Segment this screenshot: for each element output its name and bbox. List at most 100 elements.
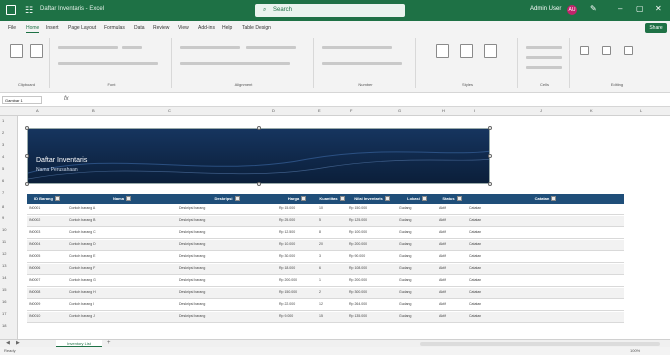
zoom-level[interactable]: 100% — [630, 348, 640, 353]
cell-notes[interactable]: Catatan — [469, 266, 622, 270]
resize-handle[interactable] — [25, 126, 29, 130]
tab-add-ins[interactable]: Add-ins — [198, 25, 215, 31]
resize-handle[interactable] — [488, 126, 492, 130]
column-header[interactable]: I — [474, 108, 475, 113]
cell-value[interactable]: Rp 150.000 — [349, 206, 395, 210]
next-sheet-icon[interactable]: ▶ — [16, 340, 20, 346]
cell-quantity[interactable]: 6 — [319, 266, 345, 270]
number-format-buttons[interactable] — [322, 62, 402, 65]
cell-location[interactable]: Gudang — [399, 266, 435, 270]
cell-description[interactable]: Deskripsi barang — [179, 290, 275, 294]
insert-cells-button[interactable] — [526, 46, 562, 49]
cell-id[interactable]: IN0002 — [29, 218, 65, 222]
delete-cells-button[interactable] — [526, 56, 562, 59]
cell-value[interactable]: Rp 108.000 — [349, 266, 395, 270]
cell-name[interactable]: Contoh barang I — [69, 302, 175, 306]
tab-home[interactable]: Home — [26, 25, 40, 33]
cell-description[interactable]: Deskripsi barang — [179, 218, 275, 222]
app-launcher-icon[interactable]: ☷ — [25, 5, 35, 15]
cell-location[interactable]: Gudang — [399, 254, 435, 258]
column-header[interactable]: G — [398, 108, 401, 113]
merge-center-button[interactable] — [180, 62, 290, 65]
column-header[interactable]: D — [272, 108, 275, 113]
cell-price[interactable]: Rp 12.500 — [279, 230, 315, 234]
cell-location[interactable]: Gudang — [399, 230, 435, 234]
cell-description[interactable]: Deskripsi barang — [179, 314, 275, 318]
tab-file[interactable]: File — [8, 25, 16, 31]
cell-id[interactable]: IN0009 — [29, 302, 65, 306]
row-header[interactable]: 10 — [2, 227, 6, 232]
row-header[interactable]: 17 — [2, 311, 6, 316]
cell-status[interactable]: Aktif — [439, 278, 465, 282]
cell-status[interactable]: Aktif — [439, 266, 465, 270]
cell-id[interactable]: IN0004 — [29, 242, 65, 246]
cell-quantity[interactable]: 10 — [319, 206, 345, 210]
resize-handle[interactable] — [488, 182, 492, 186]
column-header[interactable]: E — [318, 108, 321, 113]
cell-description[interactable]: Deskripsi barang — [179, 266, 275, 270]
cell-name[interactable]: Contoh barang D — [69, 242, 175, 246]
cell-value[interactable]: Rp 100.000 — [349, 230, 395, 234]
cell-id[interactable]: IN0007 — [29, 278, 65, 282]
cell-id[interactable]: IN0001 — [29, 206, 65, 210]
column-header[interactable]: A — [36, 108, 39, 113]
table-row[interactable]: IN0005 Contoh barang E Deskripsi barang Rp … — [27, 252, 624, 263]
tab-review[interactable]: Review — [153, 25, 169, 31]
alignment-top-buttons[interactable] — [180, 46, 240, 49]
cell-notes[interactable]: Catatan — [469, 230, 622, 234]
table-row[interactable]: IN0007 Contoh barang G Deskripsi barang Rp … — [27, 276, 624, 287]
cell-name[interactable]: Contoh barang F — [69, 266, 175, 270]
avatar[interactable]: AU — [567, 5, 577, 15]
resize-handle[interactable] — [488, 154, 492, 158]
header-description[interactable]: Deskripsi — [177, 196, 277, 202]
user-name[interactable]: Admin User — [530, 6, 561, 12]
find-select-icon[interactable] — [624, 46, 633, 55]
row-header[interactable]: 9 — [2, 215, 4, 220]
resize-handle[interactable] — [257, 182, 261, 186]
table-row[interactable]: IN0002 Contoh barang B Deskripsi barang Rp … — [27, 216, 624, 227]
column-header[interactable]: C — [168, 108, 171, 113]
resize-handle[interactable] — [25, 154, 29, 158]
table-row[interactable]: IN0003 Contoh barang C Deskripsi barang Rp … — [27, 228, 624, 239]
row-header[interactable]: 12 — [2, 251, 6, 256]
format-as-table-icon[interactable] — [460, 44, 473, 58]
row-header[interactable]: 7 — [2, 190, 4, 195]
row-header[interactable]: 13 — [2, 263, 6, 268]
banner-image[interactable]: Daftar Inventaris Nama Perusahaan — [27, 128, 490, 184]
cell-name[interactable]: Contoh barang A — [69, 206, 175, 210]
maximize-icon[interactable]: ▢ — [636, 4, 644, 13]
cell-location[interactable]: Gudang — [399, 302, 435, 306]
cell-description[interactable]: Deskripsi barang — [179, 206, 275, 210]
cell-location[interactable]: Gudang — [399, 242, 435, 246]
table-row[interactable]: IN0010 Contoh barang J Deskripsi barang Rp … — [27, 312, 624, 323]
row-header[interactable]: 16 — [2, 299, 6, 304]
column-header[interactable]: H — [442, 108, 445, 113]
font-size-select[interactable] — [122, 46, 142, 49]
tab-view[interactable]: View — [178, 25, 189, 31]
tab-help[interactable]: Help — [222, 25, 232, 31]
row-header[interactable]: 8 — [2, 204, 4, 209]
cell-id[interactable]: IN0010 — [29, 314, 65, 318]
resize-handle[interactable] — [25, 182, 29, 186]
worksheet[interactable]: A B C D E F G H I J K L 1 2 3 4 5 6 7 8 … — [0, 107, 670, 339]
format-cells-button[interactable] — [526, 66, 562, 69]
table-row[interactable]: IN0004 Contoh barang D Deskripsi barang Rp … — [27, 240, 624, 251]
cell-name[interactable]: Contoh barang H — [69, 290, 175, 294]
cell-notes[interactable]: Catatan — [469, 278, 622, 282]
table-row[interactable]: IN0006 Contoh barang F Deskripsi barang Rp … — [27, 264, 624, 275]
cell-name[interactable]: Contoh barang B — [69, 218, 175, 222]
cell-value[interactable]: Rp 90.000 — [349, 254, 395, 258]
cell-description[interactable]: Deskripsi barang — [179, 242, 275, 246]
cell-styles-icon[interactable] — [484, 44, 497, 58]
header-id[interactable]: ID Barang — [27, 196, 67, 202]
header-inventory-value[interactable]: Nilai Inventaris — [347, 196, 397, 202]
cell-value[interactable]: Rp 125.000 — [349, 218, 395, 222]
row-header[interactable]: 14 — [2, 275, 6, 280]
cell-name[interactable]: Contoh barang G — [69, 278, 175, 282]
cell-quantity[interactable]: 5 — [319, 218, 345, 222]
cell-id[interactable]: IN0008 — [29, 290, 65, 294]
undo-icon[interactable] — [10, 44, 23, 58]
row-header[interactable]: 1 — [2, 118, 4, 123]
row-header[interactable]: 11 — [2, 239, 6, 244]
paste-icon[interactable] — [30, 44, 43, 58]
